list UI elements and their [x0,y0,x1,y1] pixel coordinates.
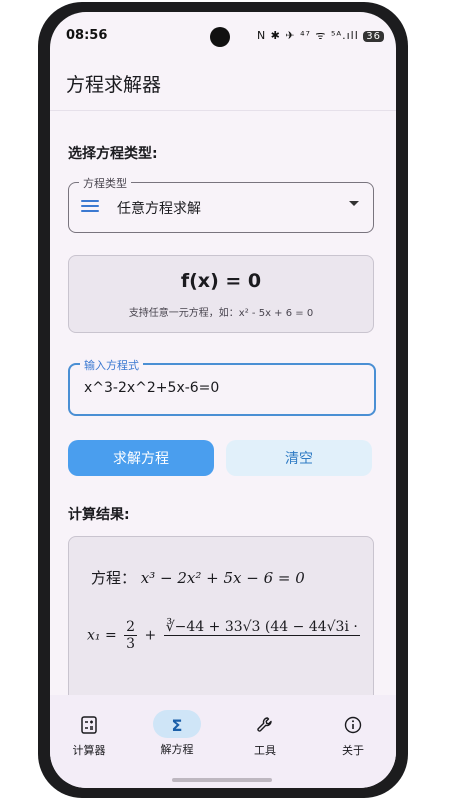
status-icons: N ✱ ✈ ⁴⁷ ᯤ ⁵ᴬ.ıll 36 [257,28,384,43]
x1-radical-den [164,636,360,652]
formula-card: f(x) = 0 支持任意一元方程，如：x² - 5x + 6 = 0 [68,255,374,333]
clear-button[interactable]: 清空 [226,440,372,476]
nav-item-equation[interactable]: Σ 解方程 [142,710,212,757]
equation-input[interactable] [82,379,366,397]
header-divider [50,110,396,111]
x1-plus: + [144,627,157,644]
solve-button[interactable]: 求解方程 [68,440,214,476]
equation-type-label: 选择方程类型: [68,146,158,162]
equation-legend: 输入方程式 [80,357,143,373]
app-screen: 08:56 N ✱ ✈ ⁴⁷ ᯤ ⁵ᴬ.ıll 36 方程求解器 选择方程类型:… [50,12,396,788]
nav-label-tools: 工具 [254,744,276,757]
nav-item-calculator[interactable]: 计算器 [54,715,124,758]
wrench-icon [230,716,300,738]
equation-type-dropdown[interactable]: 方程类型 任意方程求解 [68,175,374,233]
x1-lhs: x₁ = [87,627,117,644]
formula-subtitle: 支持任意一元方程，如：x² - 5x + 6 = 0 [128,308,314,319]
nav-item-tools[interactable]: 工具 [230,715,300,758]
result-equation-text: x³ − 2x² + 5x − 6 = 0 [140,569,305,587]
x1-radical-fraction: ∛−44 + 33√3 (44 − 44√3i · [163,619,360,652]
x1-fraction-den: 3 [126,636,136,652]
info-icon [318,716,388,738]
result-equation-prefix: 方程： [91,569,137,587]
status-indicators: N ✱ ✈ ⁴⁷ ᯤ ⁵ᴬ.ıll [256,29,359,42]
home-indicator[interactable] [172,778,272,782]
status-time: 08:56 [66,28,108,43]
x1-fraction-num: 2 [124,619,138,636]
status-bar: 08:56 N ✱ ✈ ⁴⁷ ᯤ ⁵ᴬ.ıll 36 [50,12,396,60]
page-title: 方程求解器 [66,74,162,96]
result-label: 计算结果: [68,507,130,523]
result-equation: 方程： x³ − 2x² + 5x − 6 = 0 [91,567,305,588]
dropdown-selected-value: 任意方程求解 [117,201,201,217]
menu-icon [81,197,99,215]
equation-field[interactable]: 输入方程式 [68,357,376,416]
formula-title: f(x) = 0 [180,270,262,292]
x1-radical-num: ∛−44 + 33√3 (44 − 44√3i · [163,619,360,636]
calculator-icon [54,716,124,738]
result-x1: x₁ = 2 3 + ∛−44 + 33√3 (44 − 44√3i · [87,619,363,652]
nav-item-about[interactable]: 关于 [318,715,388,758]
bottom-navigation: 计算器 Σ 解方程 工具 关于 [50,695,396,788]
dropdown-legend: 方程类型 [79,175,131,191]
battery-icon: 36 [363,31,384,42]
x1-fraction: 2 3 [124,619,138,652]
chevron-down-icon [349,201,359,206]
nav-label-calculator: 计算器 [72,744,106,757]
nav-label-about: 关于 [342,744,364,757]
camera-cutout [210,27,230,47]
nav-label-equation: 解方程 [160,743,194,756]
sigma-icon: Σ [171,716,183,735]
